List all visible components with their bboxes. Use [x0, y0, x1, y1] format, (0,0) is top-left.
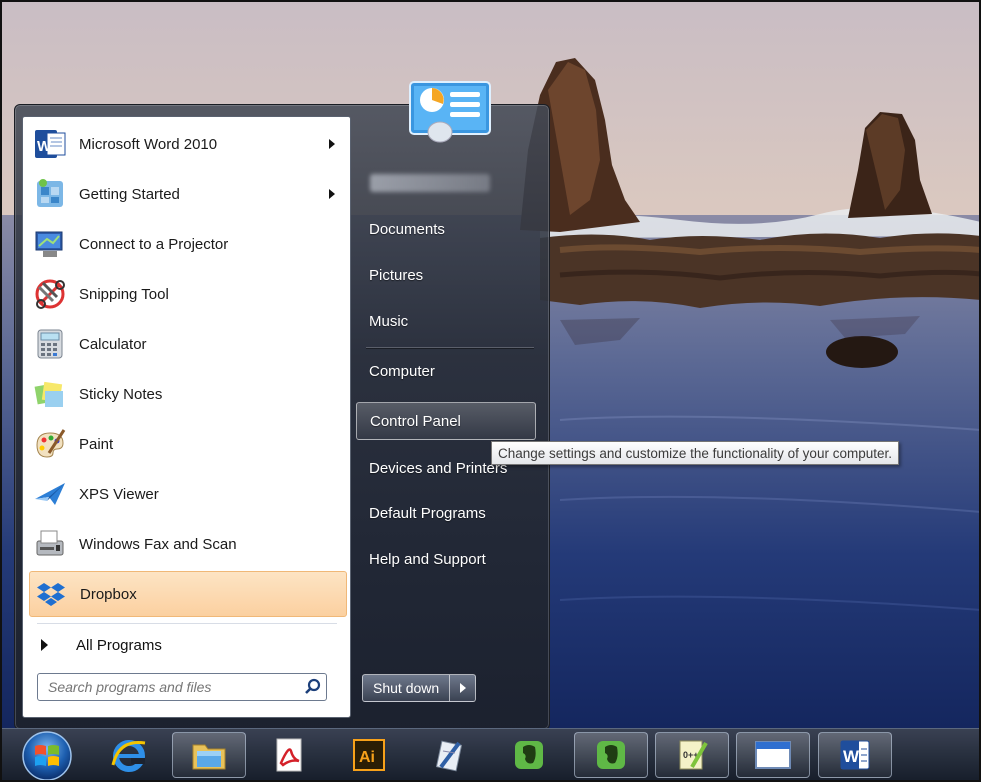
- right-link-documents[interactable]: Documents: [356, 210, 538, 248]
- program-label: Calculator: [79, 335, 147, 353]
- submenu-arrow-icon[interactable]: [329, 189, 335, 199]
- tooltip: Change settings and customize the functi…: [491, 441, 899, 465]
- internet-explorer-icon: [111, 740, 146, 772]
- notepad-plus-icon: 0++: [679, 740, 708, 770]
- svg-text:Ai: Ai: [359, 749, 375, 766]
- separator: [37, 623, 337, 624]
- taskbar-internet-explorer[interactable]: [92, 732, 166, 778]
- program-label: Sticky Notes: [79, 385, 163, 403]
- right-link-music[interactable]: Music: [356, 302, 538, 340]
- right-link-help-support[interactable]: Help and Support: [356, 540, 538, 578]
- all-programs-button[interactable]: All Programs: [29, 627, 347, 663]
- evernote-icon: [597, 741, 625, 769]
- program-label: Snipping Tool: [79, 285, 169, 303]
- program-label: Microsoft Word 2010: [79, 135, 218, 153]
- program-item-xps-viewer[interactable]: XPS Viewer: [29, 471, 347, 517]
- folder-icon: [192, 744, 226, 770]
- paint-palette-icon: [33, 427, 67, 461]
- taskbar-evernote-2[interactable]: [574, 732, 648, 778]
- right-link-computer[interactable]: Computer: [356, 352, 538, 390]
- all-programs-label: All Programs: [76, 636, 162, 654]
- program-item-fax-scan[interactable]: Windows Fax and Scan: [29, 521, 347, 567]
- programs-pane: W Microsoft Word 2010 Getting Started Co…: [22, 116, 351, 718]
- program-item-paint[interactable]: Paint: [29, 421, 347, 467]
- shutdown-group: Shut down: [362, 674, 477, 702]
- program-label: Connect to a Projector: [79, 235, 229, 253]
- pen-notepad-icon: [435, 740, 463, 772]
- program-item-dropbox[interactable]: Dropbox: [29, 571, 347, 617]
- submenu-arrow-icon[interactable]: [329, 139, 335, 149]
- illustrator-icon: Ai: [353, 739, 385, 771]
- xps-viewer-icon: [33, 477, 67, 511]
- window-icon: [755, 741, 791, 769]
- right-link-pictures[interactable]: Pictures: [356, 256, 538, 294]
- taskbar-adobe-reader[interactable]: [252, 732, 326, 778]
- search-input[interactable]: [37, 673, 327, 701]
- expand-arrow-icon: [41, 639, 48, 651]
- screen: W Microsoft Word 2010 Getting Started Co…: [0, 0, 981, 782]
- program-item-projector[interactable]: Connect to a Projector: [29, 221, 347, 267]
- program-label: Dropbox: [80, 585, 137, 603]
- svg-text:W: W: [37, 138, 52, 155]
- getting-started-icon: [33, 177, 67, 211]
- user-name-blurred: [370, 174, 490, 192]
- scissors-icon: [33, 277, 67, 311]
- taskbar-illustrator[interactable]: Ai: [332, 732, 406, 778]
- taskbar-windows-explorer[interactable]: [172, 732, 246, 778]
- right-link-default-programs[interactable]: Default Programs: [356, 494, 538, 532]
- calculator-icon: [33, 327, 67, 361]
- acrobat-icon: [276, 738, 302, 772]
- program-label: XPS Viewer: [79, 485, 159, 503]
- program-label: Windows Fax and Scan: [79, 535, 237, 553]
- projector-icon: [33, 227, 67, 261]
- word-icon: W: [840, 740, 870, 770]
- taskbar-evernote[interactable]: [492, 732, 566, 778]
- shutdown-button[interactable]: Shut down: [362, 674, 451, 702]
- dropbox-icon: [34, 577, 68, 611]
- control-panel-large-icon: [408, 80, 492, 146]
- program-item-calculator[interactable]: Calculator: [29, 321, 347, 367]
- sticky-notes-icon: [33, 377, 67, 411]
- taskbar-notepad-plus[interactable]: 0++: [655, 732, 729, 778]
- word-icon: W: [33, 127, 67, 161]
- search-field[interactable]: [46, 678, 300, 696]
- start-menu: W Microsoft Word 2010 Getting Started Co…: [14, 81, 550, 730]
- fax-scan-icon: [33, 527, 67, 561]
- taskbar-window[interactable]: [736, 732, 810, 778]
- separator: [366, 347, 534, 348]
- program-item-sticky-notes[interactable]: Sticky Notes: [29, 371, 347, 417]
- program-label: Getting Started: [79, 185, 180, 203]
- program-item-getting-started[interactable]: Getting Started: [29, 171, 347, 217]
- start-button[interactable]: [20, 729, 74, 782]
- arrow-right-icon: [459, 683, 466, 693]
- right-link-control-panel[interactable]: Control Panel: [356, 402, 536, 440]
- taskbar-word[interactable]: W: [818, 732, 892, 778]
- program-item-snipping-tool[interactable]: Snipping Tool: [29, 271, 347, 317]
- taskbar-pen-tool[interactable]: [412, 732, 486, 778]
- program-item-word[interactable]: W Microsoft Word 2010: [29, 121, 347, 167]
- svg-text:W: W: [843, 747, 860, 766]
- evernote-icon: [515, 741, 543, 769]
- program-label: Paint: [79, 435, 114, 453]
- shutdown-options-button[interactable]: [450, 674, 477, 702]
- search-icon[interactable]: [304, 678, 322, 696]
